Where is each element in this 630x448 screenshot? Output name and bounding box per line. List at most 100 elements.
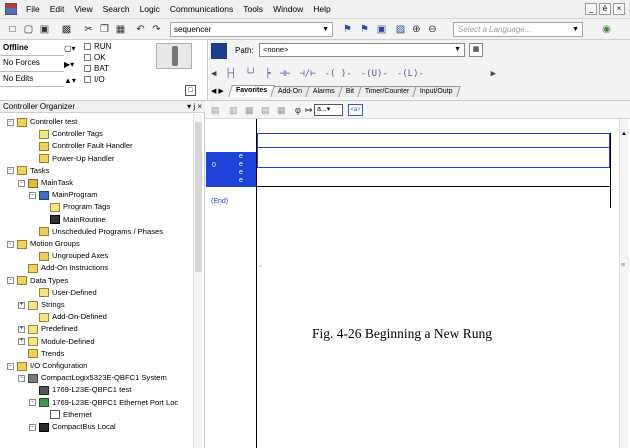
tab-favorites[interactable]: Favorites: [227, 85, 275, 97]
scroll-right-icon[interactable]: ▶: [491, 69, 496, 79]
rung-0[interactable]: [257, 133, 610, 168]
find-icon[interactable]: ⚑: [341, 23, 354, 36]
tree-node[interactable]: Add-On Instructions: [18, 263, 108, 273]
new-icon[interactable]: □: [6, 23, 19, 36]
find-next-icon[interactable]: ⚑: [358, 23, 371, 36]
tree-node[interactable]: MainRoutine: [40, 215, 106, 225]
collapse-icon[interactable]: -: [7, 277, 14, 285]
xio-icon[interactable]: ⊣/⊢: [299, 69, 315, 79]
tree-node[interactable]: 1769-L23E-QBFC1 test: [29, 385, 131, 395]
edits-dropdown-icon[interactable]: ▲▾: [64, 75, 76, 86]
minimize-button[interactable]: _: [585, 3, 597, 15]
tree-node[interactable]: - MainTask: [18, 178, 73, 188]
cancel-edits-icon[interactable]: ▦: [277, 105, 286, 116]
tree-node[interactable]: - Data Types: [7, 276, 68, 286]
collapse-icon[interactable]: -: [18, 179, 25, 187]
zoom-out-icon[interactable]: ⊖: [426, 23, 439, 36]
expand-icon[interactable]: +: [18, 325, 25, 333]
restore-button[interactable]: ё: [599, 3, 611, 15]
who-active-button[interactable]: ▦: [469, 43, 483, 57]
otu-icon[interactable]: -(U)-: [361, 69, 388, 79]
pin-icon[interactable]: □: [185, 85, 196, 96]
controller-mode[interactable]: Offline: [3, 42, 28, 54]
open-icon[interactable]: ▢: [22, 23, 35, 36]
rung-0-selected[interactable]: 0 e e e e: [206, 152, 256, 187]
zoom-in-icon[interactable]: ⊕: [410, 23, 423, 36]
verify-icon[interactable]: ▨: [394, 23, 407, 36]
menu-help[interactable]: Help: [308, 4, 335, 14]
tree-node[interactable]: - Tasks: [7, 166, 49, 176]
tree-node[interactable]: - Motion Groups: [7, 239, 80, 249]
network-path-icon[interactable]: [211, 43, 227, 59]
print-icon[interactable]: ▩: [60, 23, 73, 36]
menu-edit[interactable]: Edit: [45, 4, 70, 14]
cut-icon[interactable]: ✂: [82, 23, 95, 36]
tree-node[interactable]: - I/O Configuration: [7, 361, 87, 371]
routine-dropdown[interactable]: sequencer ▼: [170, 22, 333, 37]
branch-icon[interactable]: └┘: [245, 69, 256, 79]
collapse-icon[interactable]: -: [7, 118, 14, 126]
expand-icon[interactable]: +: [18, 301, 25, 309]
paste-icon[interactable]: ▦: [114, 23, 127, 36]
mode-dropdown-icon[interactable]: ▢▾: [64, 43, 76, 54]
edit-rung-icon[interactable]: ▩: [245, 105, 254, 116]
xic-icon[interactable]: ⊣⊢: [280, 69, 291, 79]
organizer-header-buttons[interactable]: ▾ ј ×: [187, 101, 202, 113]
menu-search[interactable]: Search: [98, 4, 135, 14]
ote-icon[interactable]: -( )-: [325, 69, 352, 79]
forces-status[interactable]: No Forces: [3, 57, 40, 69]
path-dropdown[interactable]: <none> ▼: [259, 43, 465, 57]
tree-node[interactable]: - CompactBus Local: [29, 422, 116, 432]
collapse-icon[interactable]: -: [7, 362, 14, 370]
tree-node[interactable]: - 1769-L23E-QBFC1 Ethernet Port Loc: [29, 398, 178, 408]
collapse-icon[interactable]: -: [7, 240, 14, 248]
zoom-dropdown[interactable]: a...▾: [314, 104, 343, 116]
tree-node[interactable]: - MainProgram: [29, 190, 98, 200]
branch-level-icon[interactable]: ┝: [265, 69, 270, 79]
scroll-left-icon[interactable]: ◀: [211, 69, 216, 79]
browse-icon[interactable]: ▣: [375, 23, 388, 36]
menu-view[interactable]: View: [69, 4, 97, 14]
address-display-button[interactable]: <a>: [348, 104, 363, 116]
test-edits-icon[interactable]: φ: [295, 105, 301, 115]
expand-icon[interactable]: +: [18, 338, 25, 346]
otl-icon[interactable]: -(L)-: [397, 69, 424, 79]
close-button[interactable]: ×: [613, 3, 625, 15]
collapse-icon[interactable]: -: [29, 191, 36, 199]
tree-node[interactable]: User-Defined: [29, 288, 97, 298]
tab-add-on[interactable]: Add-On: [270, 86, 310, 97]
organizer-scrollbar[interactable]: [193, 114, 202, 448]
tab-timer-counter[interactable]: Timer/Counter: [357, 86, 418, 97]
scrollbar-thumb[interactable]: [195, 122, 202, 272]
edits-status[interactable]: No Edits: [3, 73, 33, 85]
scroll-up-icon[interactable]: ▲: [621, 131, 627, 137]
tree-node[interactable]: Ethernet: [40, 410, 92, 420]
language-dropdown[interactable]: Select a Language... ▼: [453, 22, 583, 37]
redo-icon[interactable]: ↷: [150, 23, 163, 36]
tab-scroll-icon[interactable]: ◀ ▶: [211, 87, 224, 97]
save-icon[interactable]: ▣: [38, 23, 51, 36]
forces-dropdown-icon[interactable]: ▶▾: [64, 59, 74, 70]
menu-logic[interactable]: Logic: [135, 4, 165, 14]
menu-file[interactable]: File: [21, 4, 45, 14]
scroll-grip-icon[interactable]: ≡: [621, 262, 625, 269]
tree-node[interactable]: + Module-Defined: [18, 337, 95, 347]
tree-node[interactable]: Trends: [18, 349, 64, 359]
tree-node[interactable]: Ungrouped Axes: [29, 251, 108, 261]
copy-icon[interactable]: ❐: [98, 23, 111, 36]
tree-node[interactable]: Controller Fault Handler: [29, 141, 133, 151]
app-icon[interactable]: [5, 3, 17, 15]
collapse-icon[interactable]: -: [29, 423, 36, 431]
tree-node[interactable]: Controller Tags: [29, 129, 103, 139]
accept-edits-icon[interactable]: ▤: [261, 105, 270, 116]
tab-input-output[interactable]: Input/Outp: [412, 86, 461, 97]
menu-window[interactable]: Window: [268, 4, 308, 14]
undo-icon[interactable]: ↶: [134, 23, 147, 36]
add-branch-icon[interactable]: ▥: [229, 105, 238, 116]
collapse-icon[interactable]: -: [29, 399, 36, 407]
tree-node[interactable]: + Strings: [18, 300, 65, 310]
tree-node[interactable]: Program Tags: [40, 202, 110, 212]
tree-node[interactable]: Power-Up Handler: [29, 154, 114, 164]
tree-node[interactable]: - Controller test: [7, 117, 77, 127]
tree-node[interactable]: Add-On-Defined: [29, 312, 107, 322]
